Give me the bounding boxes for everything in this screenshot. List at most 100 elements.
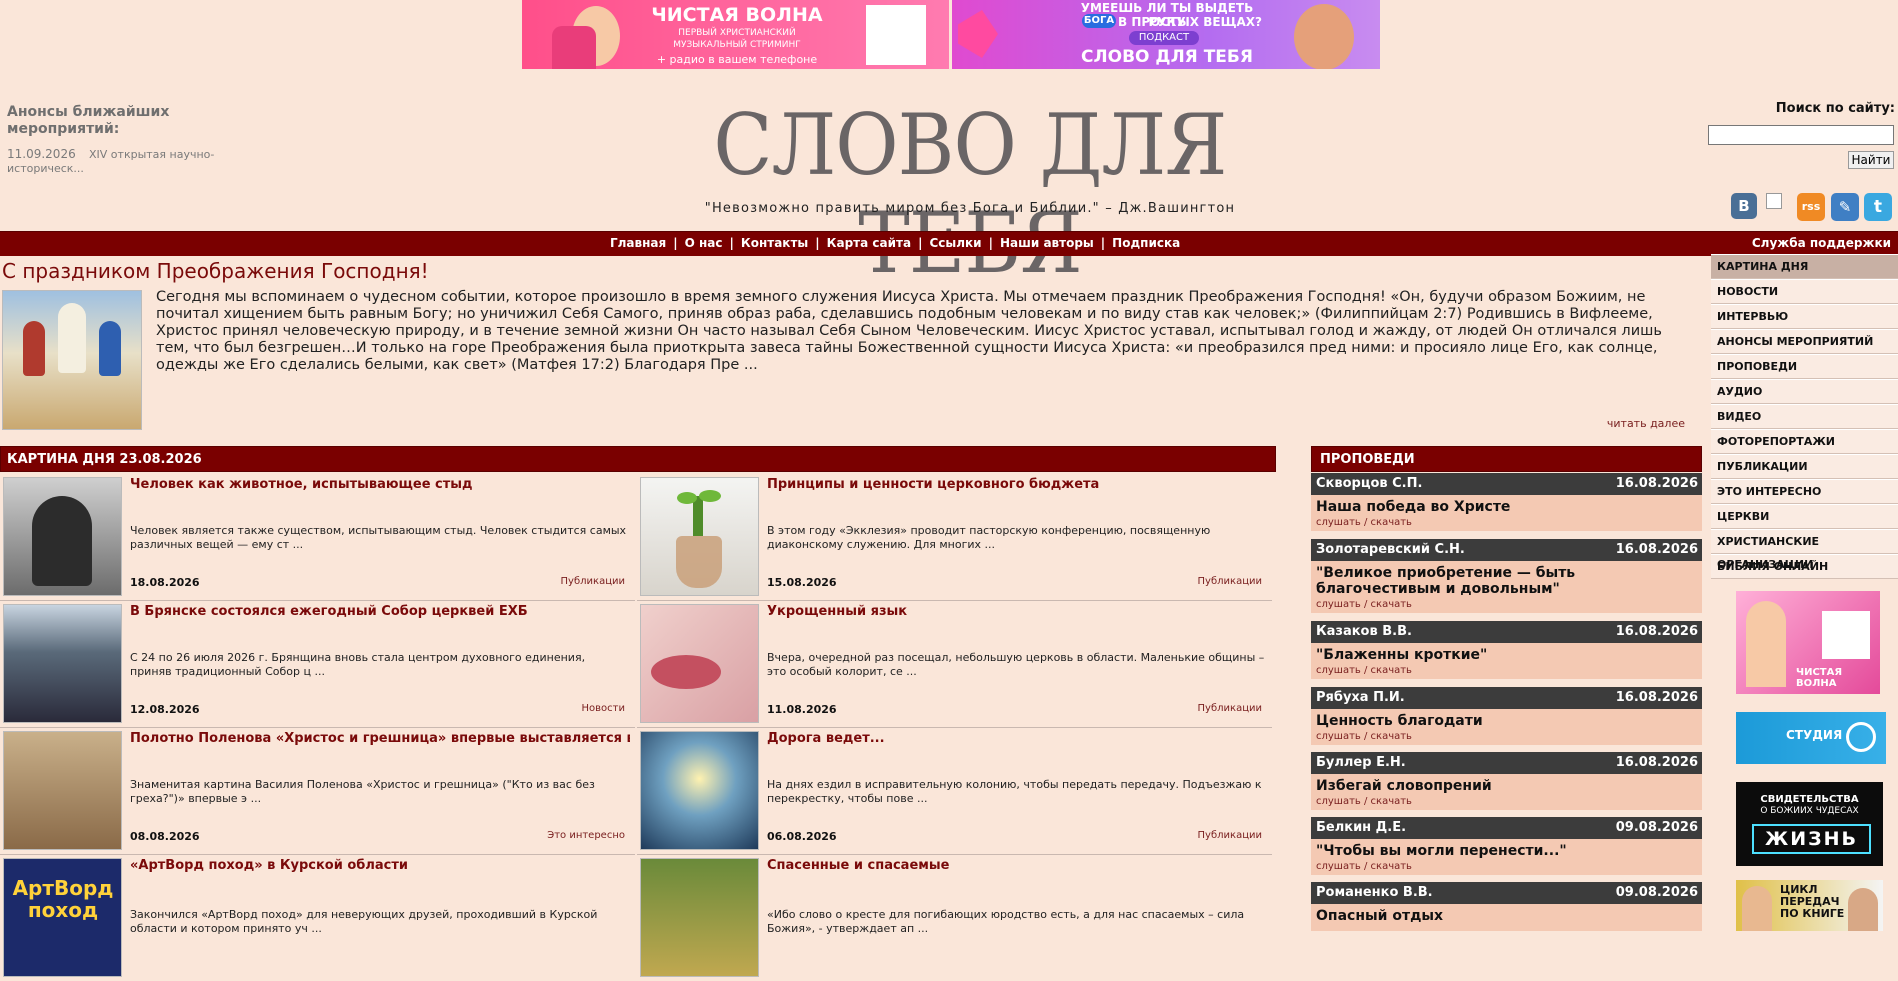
sermon-author[interactable]: Золотаревский С.Н. [1316,542,1465,557]
menu-picture-of-day[interactable]: КАРТИНА ДНЯ [1711,254,1898,279]
feature-image[interactable] [2,290,142,430]
rss-icon[interactable]: rss [1797,193,1825,221]
sermon-title[interactable]: "Великое приобретение — быть благочестив… [1311,561,1702,597]
pod-card[interactable]: Дорога ведет... На днях ездил в исправит… [637,728,1272,855]
sermon-author[interactable]: Скворцов С.П. [1316,476,1422,491]
card-thumbnail[interactable]: АртВорд поход [3,858,122,977]
card-category[interactable]: Публикации [561,576,625,587]
side-ad-clean-wave[interactable]: ЧИСТАЯ ВОЛНА [1736,591,1880,694]
card-category[interactable]: Это интересно [547,830,625,841]
card-title[interactable]: Человек как животное, испытывающее стыд [130,477,630,492]
sermon-author[interactable]: Белкин Д.Е. [1316,820,1406,835]
menu-audio[interactable]: АУДИО [1711,379,1898,404]
pod-card[interactable]: Спасенные и спасаемые «Ибо слово о крест… [637,855,1272,981]
listen-download-link[interactable]: слушать / скачать [1311,515,1702,531]
menu-events[interactable]: АНОНСЫ МЕРОПРИЯТИЙ [1711,329,1898,354]
card-title[interactable]: «АртВорд поход» в Курской области [130,858,630,873]
pod-card[interactable]: Принципы и ценности церковного бюджета В… [637,474,1272,601]
sermon-title[interactable]: Избегай словопрений [1311,774,1702,794]
nav-subscribe[interactable]: Подписка [1112,236,1180,250]
side-ad1-text: ЧИСТАЯ ВОЛНА [1796,667,1843,689]
side-ad-life[interactable]: СВИДЕТЕЛЬСТВА О БОЖИИХ ЧУДЕСАХ ЖИЗНЬ [1736,782,1883,866]
card-title[interactable]: Спасенные и спасаемые [767,858,1267,873]
card-title[interactable]: Полотно Поленова «Христос и грешница» вп… [130,731,630,746]
card-thumbnail[interactable] [640,858,759,977]
listen-download-link[interactable]: слушать / скачать [1311,859,1702,875]
banner-clean-wave[interactable]: ЧИСТАЯ ВОЛНА ПЕРВЫЙ ХРИСТИАНСКИЙ МУЗЫКАЛ… [522,0,949,69]
feature-text: Сегодня мы вспоминаем о чудесном событии… [156,289,1662,373]
sermon-author[interactable]: Рябуха П.И. [1316,690,1405,705]
sermon-item: Казаков В.В. 16.08.2026 "Блаженны кроткие… [1311,621,1702,679]
menu-video[interactable]: ВИДЕО [1711,404,1898,429]
site-logo[interactable]: СЛОВО ДЛЯ ТЕБЯ [694,96,1246,292]
menu-organizations[interactable]: ХРИСТИАНСКИЕ ОРГАНИЗАЦИИ [1711,529,1898,571]
card-thumbnail[interactable] [640,604,759,723]
listen-download-link[interactable]: слушать / скачать [1311,729,1702,745]
card-thumbnail[interactable] [3,731,122,850]
twitter-icon[interactable]: t [1864,193,1892,221]
nav-contacts[interactable]: Контакты [741,236,808,250]
sermon-title[interactable]: "Чтобы вы могли перенести..." [1311,839,1702,859]
card-category[interactable]: Новости [582,703,625,714]
menu-churches[interactable]: ЦЕРКВИ [1711,504,1898,529]
card-title[interactable]: Укрощенный язык [767,604,1267,619]
menu-sermons[interactable]: ПРОПОВЕДИ [1711,354,1898,379]
banner-podcast[interactable]: УМЕЕШЬ ЛИ ТЫ ВЫДЕТЬ РУКУ БОГА В ПРОСТЫХ … [952,0,1380,69]
nav-sitemap[interactable]: Карта сайта [827,236,911,250]
site-quote: "Невозможно править миром без Бога и Биб… [704,201,1236,216]
card-excerpt: С 24 по 26 июля 2026 г. Брянщина вновь с… [130,651,586,678]
pod-card[interactable]: Человек как животное, испытывающее стыд … [0,474,635,601]
side-ad-studio[interactable]: СТУДИЯ [1736,712,1886,764]
card-thumbnail[interactable] [640,477,759,596]
sermon-date: 16.08.2026 [1615,542,1698,557]
nav-about[interactable]: О нас [685,236,723,250]
sermons-heading-text: ПРОПОВЕДИ [1320,452,1415,467]
anons-link[interactable]: XIV открытая научно-историческ... [7,148,217,176]
card-thumbnail[interactable] [640,731,759,850]
search-button[interactable]: Найти [1848,151,1894,169]
menu-news[interactable]: НОВОСТИ [1711,279,1898,304]
menu-publications[interactable]: ПУБЛИКАЦИИ [1711,454,1898,479]
card-thumbnail[interactable] [3,477,122,596]
sermon-author[interactable]: Романенко В.В. [1316,885,1433,900]
support-link[interactable]: Служба поддержки [1752,236,1891,250]
side-ad3-line2: О БОЖИИХ ЧУДЕСАХ [1760,806,1859,816]
card-title[interactable]: В Брянске состоялся ежегодный Собор церк… [130,604,630,619]
card-category[interactable]: Публикации [1198,703,1262,714]
search-input[interactable] [1708,125,1894,145]
sermon-item: Буллер Е.Н. 16.08.2026 Избегай словопрени… [1311,752,1702,810]
side-ad-book[interactable]: ЦИКЛ ПЕРЕДАЧ ПО КНИГЕ [1736,880,1883,931]
menu-interviews[interactable]: ИНТЕРВЬЮ [1711,304,1898,329]
read-more-link[interactable]: читать далее [1607,417,1685,430]
sermon-author[interactable]: Казаков В.В. [1316,624,1412,639]
card-title[interactable]: Дорога ведет... [767,731,1267,746]
sermon-title[interactable]: Наша победа во Христе [1311,495,1702,515]
nav-authors[interactable]: Наши авторы [1000,236,1094,250]
pod-card[interactable]: В Брянске состоялся ежегодный Собор церк… [0,601,635,728]
card-category[interactable]: Публикации [1198,830,1262,841]
vk-icon[interactable]: B [1731,193,1757,219]
sermon-title[interactable]: Ценность благодати [1311,709,1702,729]
sermon-author[interactable]: Буллер Е.Н. [1316,755,1406,770]
nav-links[interactable]: Ссылки [929,236,981,250]
listen-download-link[interactable]: слушать / скачать [1311,794,1702,810]
section-menu: КАРТИНА ДНЯ НОВОСТИ ИНТЕРВЬЮ АНОНСЫ МЕРО… [1711,254,1898,579]
nav-home[interactable]: Главная [610,236,666,250]
listen-download-link[interactable]: слушать / скачать [1311,597,1702,613]
menu-bible-online[interactable]: БИБЛИЯ ОНЛАЙН [1711,554,1898,579]
feature-title[interactable]: С праздником Преображения Господня! [2,259,429,283]
menu-photo-reports[interactable]: ФОТОРЕПОРТАЖИ [1711,429,1898,454]
sermon-date: 16.08.2026 [1615,624,1698,639]
card-category[interactable]: Публикации [1198,576,1262,587]
pod-card[interactable]: Укрощенный язык Вчера, очередной раз пос… [637,601,1272,728]
sermon-title[interactable]: "Блаженны кроткие" [1311,643,1702,663]
card-thumbnail[interactable] [3,604,122,723]
banner-line2: МУЗЫКАЛЬНЫЙ СТРИМИНГ [673,40,801,50]
menu-interesting[interactable]: ЭТО ИНТЕРЕСНО [1711,479,1898,504]
pod-card[interactable]: АртВорд поход «АртВорд поход» в Курской о… [0,855,635,981]
card-title[interactable]: Принципы и ценности церковного бюджета [767,477,1267,492]
sermon-title[interactable]: Опасный отдых [1311,904,1702,924]
listen-download-link[interactable]: слушать / скачать [1311,663,1702,679]
edit-icon[interactable]: ✎ [1831,193,1859,221]
pod-card[interactable]: Полотно Поленова «Христос и грешница» вп… [0,728,635,855]
